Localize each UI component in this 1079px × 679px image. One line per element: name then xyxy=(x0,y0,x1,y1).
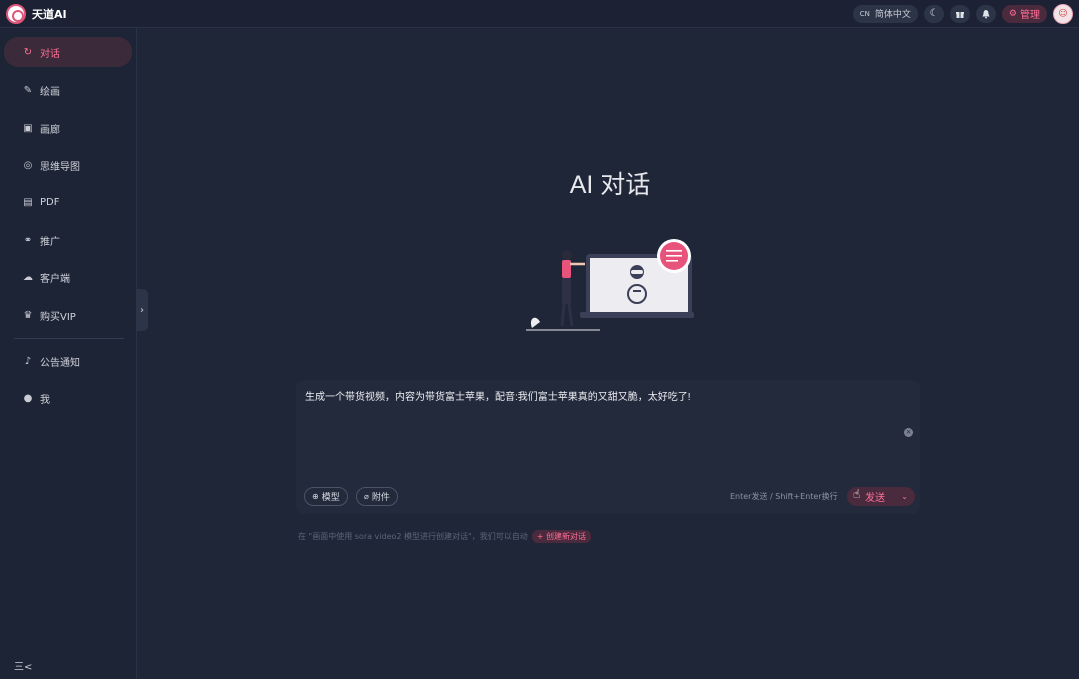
sidebar-item-gallery[interactable]: ▣ 画廊 xyxy=(4,113,132,143)
pdf-icon: ▤ xyxy=(23,196,33,208)
chevron-right-icon: › xyxy=(140,304,144,316)
collapse-sidebar-button[interactable]: 三< xyxy=(14,658,32,673)
admin-label: 管理 xyxy=(1020,10,1040,21)
close-icon: × xyxy=(905,428,912,436)
gear-icon: ⚙ xyxy=(1008,8,1017,19)
mindmap-icon: ◎ xyxy=(23,159,33,171)
notification-button[interactable] xyxy=(975,4,996,23)
top-bar: 天道AI CN 简体中文 ☾ ⚙ 管理 ☺ xyxy=(0,0,1079,28)
sidebar-item-announcements[interactable]: ♪ 公告通知 xyxy=(4,346,132,376)
handshake-icon: ⚭ xyxy=(23,234,33,246)
sidebar-item-label: 推广 xyxy=(40,236,60,248)
sidebar-item-mindmap[interactable]: ◎ 思维导图 xyxy=(4,150,132,180)
sidebar-item-label: 购买VIP xyxy=(40,311,76,323)
clear-input-button[interactable]: × xyxy=(904,428,913,437)
sidebar-item-label: 公告通知 xyxy=(40,357,80,369)
brush-icon: ✎ xyxy=(23,84,33,96)
attachment-button[interactable]: ⌀ 附件 xyxy=(356,487,398,506)
sidebar-item-client[interactable]: ☁ 客户端 xyxy=(4,262,132,292)
model-icon: ⊕ xyxy=(312,492,319,501)
chevron-down-icon[interactable]: ⌄ xyxy=(901,492,908,501)
app-logo[interactable]: 天道AI xyxy=(6,3,67,24)
user-avatar[interactable]: ☺ xyxy=(1053,3,1073,24)
sidebar-item-vip[interactable]: ♛ 购买VIP xyxy=(4,300,132,330)
sidebar-item-chat[interactable]: ↻ 对话 xyxy=(4,37,132,67)
bell-icon xyxy=(982,9,990,18)
sidebar-divider xyxy=(14,338,124,339)
model-button[interactable]: ⊕ 模型 xyxy=(304,487,348,506)
user-icon: ● xyxy=(23,392,33,404)
paperclip-icon: ⌀ xyxy=(364,492,369,501)
theme-toggle-button[interactable]: ☾ xyxy=(923,4,944,23)
sidebar-item-label: PDF xyxy=(40,196,60,208)
language-code: CN xyxy=(859,9,870,18)
send-hint: Enter发送 / Shift+Enter换行 xyxy=(730,492,838,501)
gift-button[interactable] xyxy=(949,4,970,23)
new-chat-button[interactable]: + 创建新对话 xyxy=(531,530,591,543)
crown-icon: ♛ xyxy=(23,309,33,321)
chat-input-field[interactable]: 生成一个带货视频，内容为带货富士苹果，配音:我们富士苹果真的又甜又脆，太好吃了! xyxy=(305,388,691,403)
bell-icon: ♪ xyxy=(24,355,32,367)
admin-button[interactable]: ⚙ 管理 xyxy=(1001,4,1047,23)
sidebar-item-promote[interactable]: ⚭ 推广 xyxy=(4,225,132,255)
chat-icon: ↻ xyxy=(23,46,33,58)
sidebar-item-label: 对话 xyxy=(40,48,60,60)
image-icon: ▣ xyxy=(23,122,33,134)
sidebar-item-label: 我 xyxy=(40,394,50,406)
language-label: 简体中文 xyxy=(874,10,911,20)
moon-icon: ☾ xyxy=(929,8,939,19)
model-label: 模型 xyxy=(321,493,340,503)
send-label: 发送 xyxy=(865,493,885,504)
ai-chat-illustration xyxy=(526,239,694,331)
attachment-label: 附件 xyxy=(371,493,390,503)
sidebar-item-label: 思维导图 xyxy=(40,161,80,173)
sidebar-item-label: 客户端 xyxy=(40,273,70,285)
cloud-icon: ☁ xyxy=(23,271,33,283)
footer-note: 在 "画面中使用 sora video2 模型进行创建对话"，我们可以自动 + … xyxy=(298,530,591,543)
gift-icon xyxy=(955,11,964,18)
footer-note-text: 在 "画面中使用 sora video2 模型进行创建对话"，我们可以自动 xyxy=(298,532,528,541)
avatar-icon: ☺ xyxy=(1058,8,1068,19)
sidebar-item-pdf[interactable]: ▤ PDF xyxy=(4,187,132,217)
hand-cursor-icon: ☝ xyxy=(853,487,861,501)
sidebar-toggle-button[interactable]: › xyxy=(136,289,148,331)
sidebar: ↻ 对话 ✎ 绘画 ▣ 画廊 ◎ 思维导图 ▤ PDF ⚭ 推广 ☁ 客户端 ♛… xyxy=(0,28,137,679)
sidebar-item-me[interactable]: ● 我 xyxy=(4,383,132,413)
sidebar-item-label: 画廊 xyxy=(40,124,60,136)
page-title: AI 对话 xyxy=(569,171,651,199)
sidebar-item-draw[interactable]: ✎ 绘画 xyxy=(4,75,132,105)
app-name: 天道AI xyxy=(32,7,67,21)
logo-icon xyxy=(6,3,26,24)
sidebar-item-label: 绘画 xyxy=(40,86,60,98)
language-switcher[interactable]: CN 简体中文 xyxy=(852,4,918,23)
